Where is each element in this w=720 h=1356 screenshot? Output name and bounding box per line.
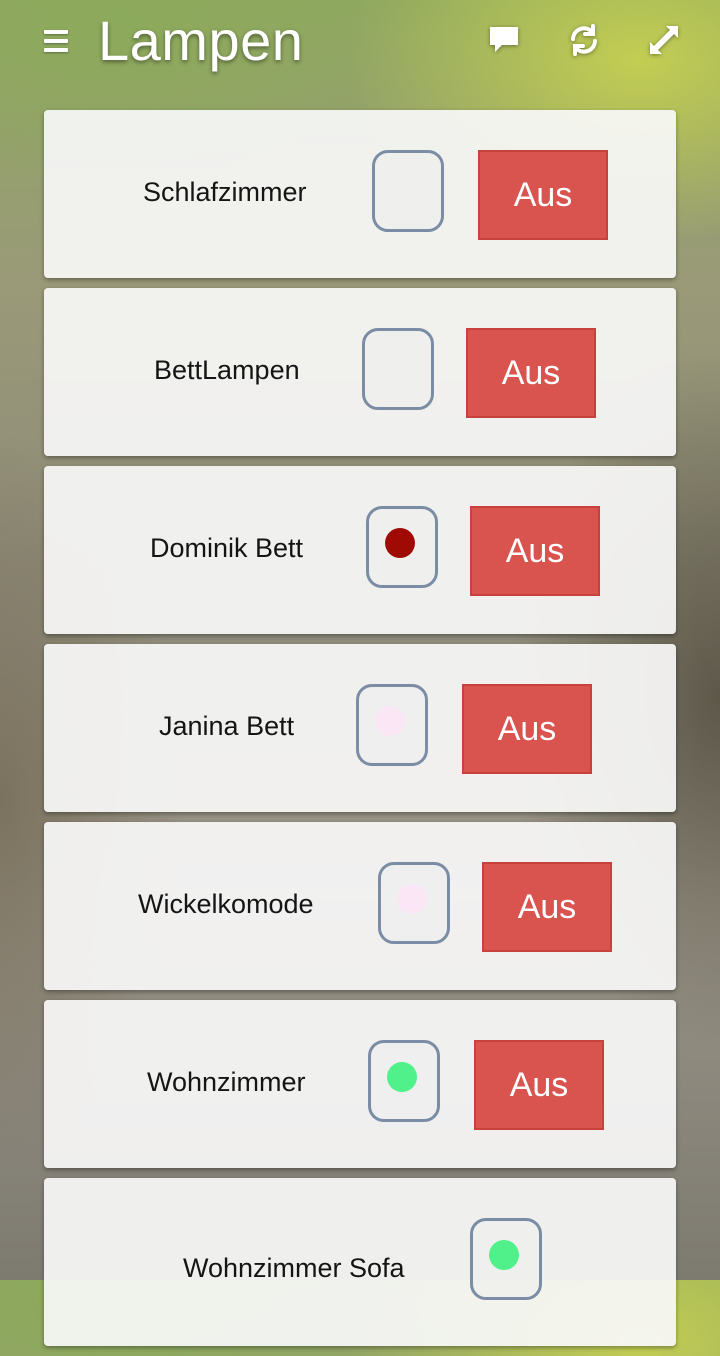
status-dot <box>391 172 421 202</box>
lamp-card-dominik-bett: Dominik Bett Aus <box>44 466 676 634</box>
lamp-checkbox[interactable] <box>378 862 450 944</box>
lamp-checkbox[interactable] <box>372 150 444 232</box>
page-title: Lampen <box>98 9 304 72</box>
lamp-off-button[interactable]: Aus <box>482 862 612 952</box>
lamp-checkbox[interactable] <box>362 328 434 410</box>
status-dot <box>489 1240 519 1270</box>
refresh-icon[interactable] <box>566 22 602 58</box>
lamp-checkbox[interactable] <box>366 506 438 588</box>
lamp-card-wohnzimmer: Wohnzimmer Aus <box>44 1000 676 1168</box>
menu-icon[interactable] <box>44 30 68 54</box>
lamp-name: Wohnzimmer Sofa <box>183 1253 405 1283</box>
lamp-list: Schlafzimmer Aus BettLampen Aus Dominik … <box>44 110 676 1356</box>
lamp-card-bettlampen: BettLampen Aus <box>44 288 676 456</box>
expand-icon[interactable] <box>646 22 682 58</box>
lamp-name: Janina Bett <box>159 711 295 741</box>
lamp-name: Schlafzimmer <box>143 177 307 207</box>
lamp-card-wickelkomode: Wickelkomode Aus <box>44 822 676 990</box>
lamp-name: BettLampen <box>154 355 300 385</box>
lamp-name: Dominik Bett <box>150 533 304 563</box>
lamp-off-button[interactable]: Aus <box>474 1040 604 1130</box>
lamp-checkbox[interactable] <box>356 684 428 766</box>
lamp-card-schlafzimmer: Schlafzimmer Aus <box>44 110 676 278</box>
status-dot <box>385 528 415 558</box>
top-bar: Lampen <box>0 0 720 100</box>
lamp-name: Wickelkomode <box>138 889 314 919</box>
status-dot <box>387 1062 417 1092</box>
chat-icon[interactable] <box>486 22 522 58</box>
lamp-name: Wohnzimmer <box>147 1067 306 1097</box>
lamp-off-button[interactable]: Aus <box>462 684 592 774</box>
lamp-off-button[interactable]: Aus <box>466 328 596 418</box>
lamp-checkbox[interactable] <box>368 1040 440 1122</box>
status-dot <box>397 884 427 914</box>
lamp-off-button[interactable]: Aus <box>470 506 600 596</box>
status-dot <box>381 350 411 380</box>
lamp-off-button[interactable]: Aus <box>478 150 608 240</box>
lamp-card-janina-bett: Janina Bett Aus <box>44 644 676 812</box>
lamp-card-wohnzimmer-sofa: Wohnzimmer Sofa <box>44 1178 676 1346</box>
status-dot <box>375 706 405 736</box>
lamp-checkbox[interactable] <box>470 1218 542 1300</box>
